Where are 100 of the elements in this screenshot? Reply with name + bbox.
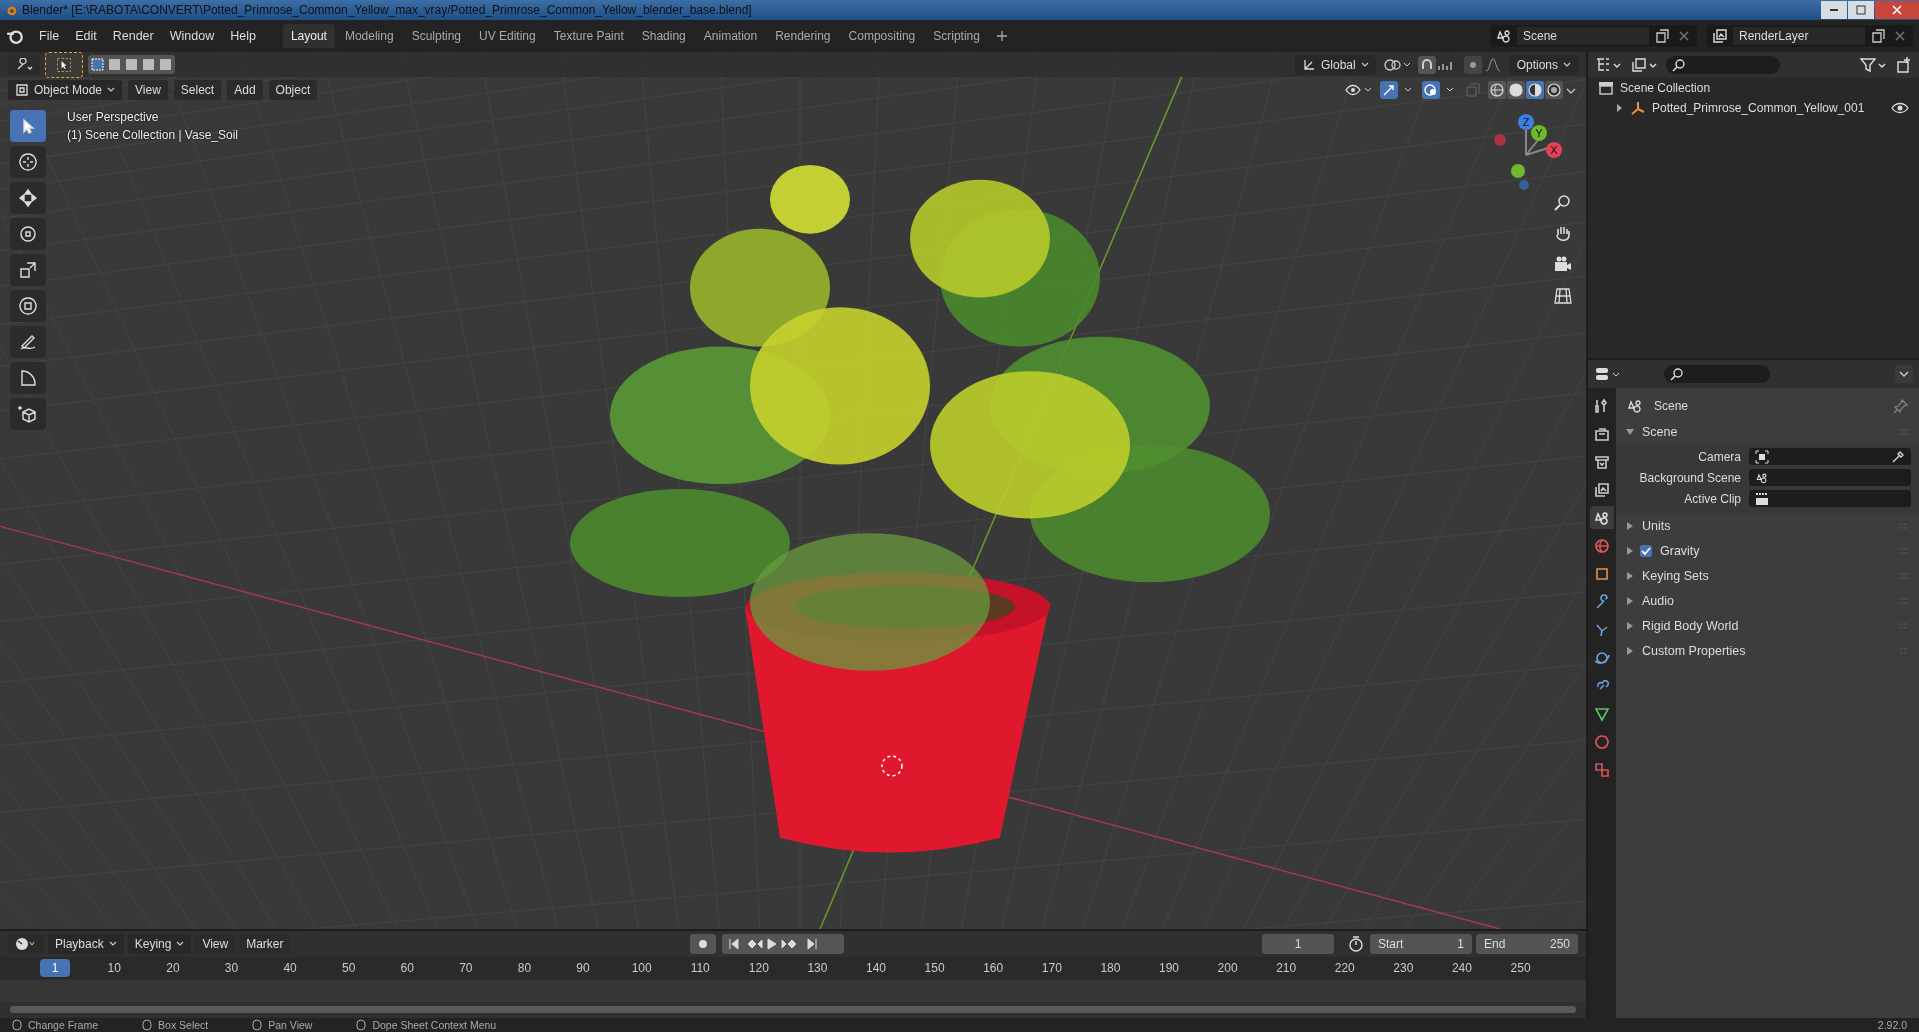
select-tool-button[interactable] [46, 52, 82, 77]
tool-button[interactable] [10, 254, 46, 286]
blender-logo-icon[interactable] [6, 27, 24, 45]
panel-title[interactable]: Units [1642, 519, 1671, 533]
collection-label[interactable]: Scene Collection [1620, 81, 1711, 95]
record-button[interactable] [690, 934, 716, 954]
property-field[interactable] [1749, 490, 1911, 507]
object-mode-dropdown[interactable]: Object Mode [8, 79, 123, 100]
grid-icon[interactable] [1552, 285, 1574, 307]
editor-type-button[interactable] [8, 54, 40, 75]
start-frame-field[interactable]: Start 1 [1370, 934, 1472, 954]
panel-arrow-icon[interactable] [1626, 547, 1634, 555]
close-button[interactable] [1875, 1, 1919, 19]
property-field[interactable] [1749, 448, 1911, 465]
menu-item[interactable]: File [32, 26, 67, 46]
menu-item[interactable]: Render [105, 26, 161, 46]
current-frame-marker[interactable]: 1 [40, 959, 70, 977]
tool-button[interactable] [10, 182, 46, 214]
property-field[interactable] [1749, 469, 1911, 486]
workspace-tab[interactable]: Sculpting [403, 24, 469, 48]
new-collection-icon[interactable] [1895, 56, 1913, 74]
properties-tab[interactable] [1590, 506, 1614, 529]
stopwatch-icon[interactable] [1346, 934, 1366, 954]
tool-button[interactable] [10, 110, 46, 142]
panel-title[interactable]: Scene [1642, 425, 1678, 439]
timeline-track[interactable] [0, 979, 1586, 1002]
expand-arrow-icon[interactable] [1614, 103, 1624, 113]
tool-button[interactable] [10, 290, 46, 322]
panel-arrow-icon[interactable] [1626, 428, 1634, 436]
panel-title[interactable]: Keying Sets [1642, 569, 1709, 583]
copy-icon[interactable] [1869, 27, 1887, 45]
wireframe-sphere-icon[interactable] [1488, 80, 1506, 99]
panel-title[interactable]: Custom Properties [1642, 644, 1746, 658]
tool-button[interactable] [10, 326, 46, 358]
visibility-eye-icon[interactable] [1891, 101, 1909, 115]
workspace-tab[interactable]: Layout [282, 24, 335, 48]
header-menu-item[interactable]: Add [227, 79, 263, 100]
workspace-tab[interactable]: Compositing [840, 24, 924, 48]
tool-button[interactable] [10, 362, 46, 394]
status-hint: Dope Sheet Context Menu [372, 1019, 497, 1031]
selection-mode-icon[interactable] [141, 57, 156, 72]
rendered-sphere-icon[interactable] [1545, 80, 1563, 99]
menu-item[interactable]: Edit [68, 26, 104, 46]
minimize-button[interactable] [1821, 1, 1847, 19]
timeline-menu-item[interactable]: Keying [127, 934, 192, 954]
panel-arrow-icon[interactable] [1626, 622, 1634, 630]
panel-arrow-icon[interactable] [1626, 597, 1634, 605]
transform-orientation-dropdown[interactable]: Global [1294, 54, 1376, 75]
copy-icon[interactable] [1653, 27, 1671, 45]
options-dropdown[interactable]: Options [1509, 54, 1578, 75]
workspace-tab[interactable]: Texture Paint [545, 24, 632, 48]
panel-title[interactable]: Audio [1642, 594, 1674, 608]
current-frame-field[interactable]: 1 [1262, 934, 1334, 954]
panel-arrow-icon[interactable] [1626, 522, 1634, 530]
search-field[interactable] [1666, 56, 1780, 74]
editor-type-button[interactable] [8, 934, 44, 954]
timeline-menu-item[interactable]: Playback [48, 934, 124, 954]
playback-controls[interactable] [722, 934, 844, 954]
workspace-tab[interactable]: Scripting [925, 24, 988, 48]
workspace-tab[interactable]: Rendering [767, 24, 839, 48]
chevron-down-icon[interactable] [1895, 365, 1913, 383]
panel-arrow-icon[interactable] [1626, 572, 1634, 580]
tool-button[interactable] [10, 398, 46, 430]
eyedropper-icon[interactable] [1891, 449, 1905, 464]
panel-arrow-icon[interactable] [1626, 647, 1634, 655]
header-menu-item[interactable]: Select [173, 79, 222, 100]
object-label[interactable]: Potted_Primrose_Common_Yellow_001 [1652, 101, 1865, 115]
workspace-tab[interactable]: UV Editing [471, 24, 544, 48]
end-frame-field[interactable]: End 250 [1476, 934, 1578, 954]
selection-mode-icon[interactable] [158, 57, 173, 72]
material-sphere-icon[interactable] [1526, 80, 1544, 99]
selection-mode-icon[interactable] [124, 57, 139, 72]
timeline-scrollbar[interactable] [10, 1006, 1576, 1013]
pivot-link-icon[interactable] [1381, 56, 1412, 73]
workspace-tab[interactable]: Modeling [336, 24, 402, 48]
frame-number: 70 [458, 961, 474, 975]
checkbox[interactable] [1640, 545, 1652, 557]
workspace-tab[interactable]: Shading [633, 24, 694, 48]
view-layer-selector[interactable]: RenderLayer [1707, 25, 1913, 47]
panel-title[interactable]: Rigid Body World [1642, 619, 1739, 633]
add-workspace-icon[interactable] [995, 30, 1008, 42]
header-menu-item[interactable]: View [128, 79, 168, 100]
solid-sphere-icon[interactable] [1507, 80, 1525, 99]
header-menu-item[interactable]: Object [268, 79, 318, 100]
add-cube-icon [17, 403, 39, 425]
menu-item[interactable]: Help [223, 26, 263, 46]
timeline-menu-item[interactable]: Marker [239, 934, 291, 954]
frame-number: 180 [1099, 961, 1122, 975]
pin-icon[interactable] [1893, 398, 1909, 414]
selection-mode-icon[interactable] [90, 57, 105, 72]
workspace-tab[interactable]: Animation [695, 24, 766, 48]
panel-title[interactable]: Gravity [1660, 544, 1700, 558]
selection-mode-icon[interactable] [107, 57, 122, 72]
tool-button[interactable] [10, 218, 46, 250]
tool-button[interactable] [10, 146, 46, 178]
timeline-menu-item[interactable]: View [195, 934, 236, 954]
search-field[interactable] [1664, 365, 1770, 383]
scene-selector[interactable]: Scene [1491, 25, 1697, 47]
xray-toggle-icon[interactable] [1464, 80, 1482, 99]
menu-item[interactable]: Window [162, 26, 222, 46]
